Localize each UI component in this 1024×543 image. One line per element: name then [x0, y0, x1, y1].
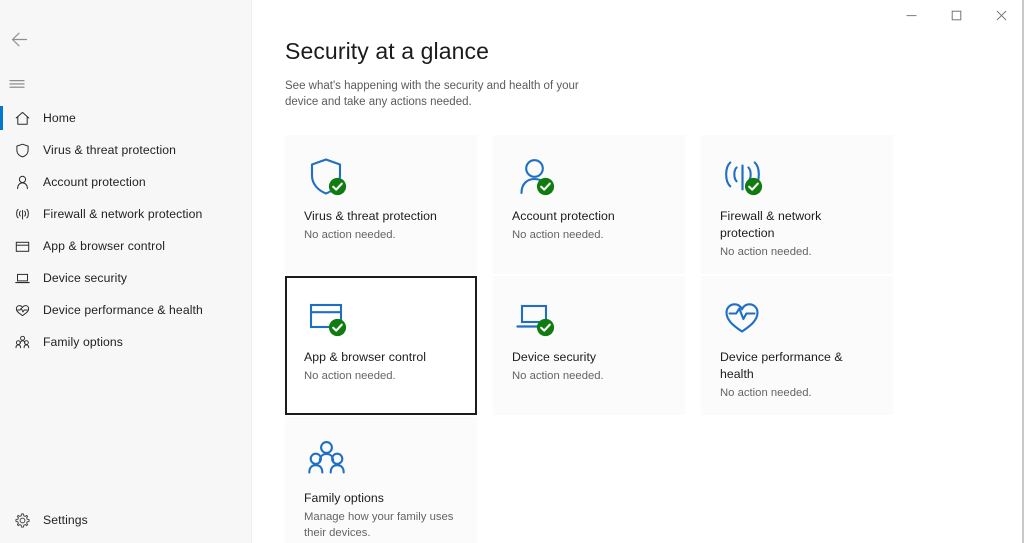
sidebar-item-virus-threat-protection[interactable]: Virus & threat protection: [0, 134, 252, 166]
sidebar-item-label: App & browser control: [43, 239, 165, 253]
tile-icon-wrap: [512, 154, 556, 198]
selection-indicator: [0, 170, 3, 194]
sidebar-item-family-options[interactable]: Family options: [0, 326, 252, 358]
sidebar: Home Virus & threat protection Account p…: [0, 0, 252, 543]
laptop-icon: [9, 267, 35, 289]
check-badge-icon: [328, 177, 347, 196]
tile-icon-wrap: [512, 295, 556, 339]
hamburger-menu-button[interactable]: [0, 67, 40, 101]
sidebar-item-label: Device security: [43, 271, 128, 285]
tile-account-protection[interactable]: Account protection No action needed.: [493, 135, 685, 274]
sidebar-nav-list: Home Virus & threat protection Account p…: [0, 102, 252, 358]
check-badge-icon: [744, 177, 763, 196]
sidebar-item-device-performance-health[interactable]: Device performance & health: [0, 294, 252, 326]
tile-family-options[interactable]: Family options Manage how your family us…: [285, 417, 477, 543]
selection-indicator: [0, 508, 3, 532]
sidebar-top-controls: [0, 0, 252, 101]
tile-virus-threat-protection[interactable]: Virus & threat protection No action need…: [285, 135, 477, 274]
selection-indicator: [0, 298, 3, 322]
sidebar-item-label: Account protection: [43, 175, 146, 189]
back-button[interactable]: [0, 22, 40, 56]
windows-security-window: Home Virus & threat protection Account p…: [0, 0, 1024, 543]
selection-indicator: [0, 106, 3, 130]
home-icon: [9, 107, 35, 129]
tile-title: App & browser control: [304, 350, 427, 364]
security-tiles-grid: Virus & threat protection No action need…: [285, 135, 893, 543]
tile-firewall-network-protection[interactable]: Firewall & network protection No action …: [701, 135, 893, 274]
tile-icon-wrap: [304, 295, 348, 339]
page-subtitle: See what's happening with the security a…: [285, 80, 579, 108]
tile-status: No action needed.: [512, 229, 604, 241]
gear-icon: [9, 509, 35, 531]
sidebar-item-device-security[interactable]: Device security: [0, 262, 252, 294]
selection-indicator: [0, 234, 3, 258]
sidebar-item-label: Virus & threat protection: [43, 143, 177, 157]
sidebar-item-app-browser-control[interactable]: App & browser control: [0, 230, 252, 262]
tile-status: No action needed.: [720, 387, 812, 399]
sidebar-item-account-protection[interactable]: Account protection: [0, 166, 252, 198]
tile-icon-wrap: [304, 436, 348, 480]
sidebar-item-label: Family options: [43, 335, 123, 349]
tile-status: No action needed.: [304, 370, 396, 382]
maximize-button[interactable]: [934, 0, 979, 31]
sidebar-item-home[interactable]: Home: [0, 102, 252, 134]
tile-title: Account protection: [512, 209, 615, 223]
shield-icon: [9, 139, 35, 161]
selection-indicator: [0, 202, 3, 226]
person-icon: [9, 171, 35, 193]
scrollbar-track[interactable]: [1020, 0, 1024, 543]
people-icon: [9, 331, 35, 353]
sidebar-footer: Settings: [0, 504, 252, 536]
tile-status: No action needed.: [304, 229, 396, 241]
page-header: Security at a glance See what's happenin…: [285, 36, 705, 110]
tile-icon-wrap: [720, 295, 764, 339]
selection-indicator: [0, 266, 3, 290]
tile-icon-wrap: [304, 154, 348, 198]
heart-pulse-icon: [9, 299, 35, 321]
check-badge-icon: [536, 177, 555, 196]
wireless-icon: [9, 203, 35, 225]
heart-pulse-icon: [725, 303, 759, 333]
minimize-button[interactable]: [889, 0, 934, 31]
sidebar-item-label: Firewall & network protection: [43, 207, 203, 221]
tile-title: Virus & threat protection: [304, 209, 437, 223]
sidebar-item-label: Home: [43, 111, 76, 125]
tile-title: Firewall & network protection: [720, 209, 822, 240]
tile-status: No action needed.: [512, 370, 604, 382]
sidebar-item-label: Device performance & health: [43, 303, 203, 317]
sidebar-item-settings[interactable]: Settings: [0, 504, 252, 536]
tile-device-security[interactable]: Device security No action needed.: [493, 276, 685, 415]
close-button[interactable]: [979, 0, 1024, 31]
tile-title: Device security: [512, 350, 597, 364]
check-badge-icon: [328, 318, 347, 337]
tile-app-browser-control[interactable]: App & browser control No action needed.: [285, 276, 477, 415]
check-badge-icon: [536, 318, 555, 337]
selection-indicator: [0, 138, 3, 162]
tile-status: Manage how your family uses their device…: [304, 511, 454, 539]
selection-indicator: [0, 330, 3, 354]
page-title: Security at a glance: [285, 38, 490, 64]
tile-title: Device performance & health: [720, 350, 843, 381]
sidebar-item-firewall-network-protection[interactable]: Firewall & network protection: [0, 198, 252, 230]
window-icon: [9, 235, 35, 257]
sidebar-item-label: Settings: [43, 513, 88, 527]
people-icon: [308, 441, 345, 474]
tile-icon-wrap: [720, 154, 764, 198]
tile-title: Family options: [304, 491, 384, 505]
tile-device-performance-health[interactable]: Device performance & health No action ne…: [701, 276, 893, 415]
main-content: Security at a glance See what's happenin…: [252, 0, 1024, 543]
tile-status: No action needed.: [720, 246, 812, 258]
window-controls: [889, 0, 1024, 32]
